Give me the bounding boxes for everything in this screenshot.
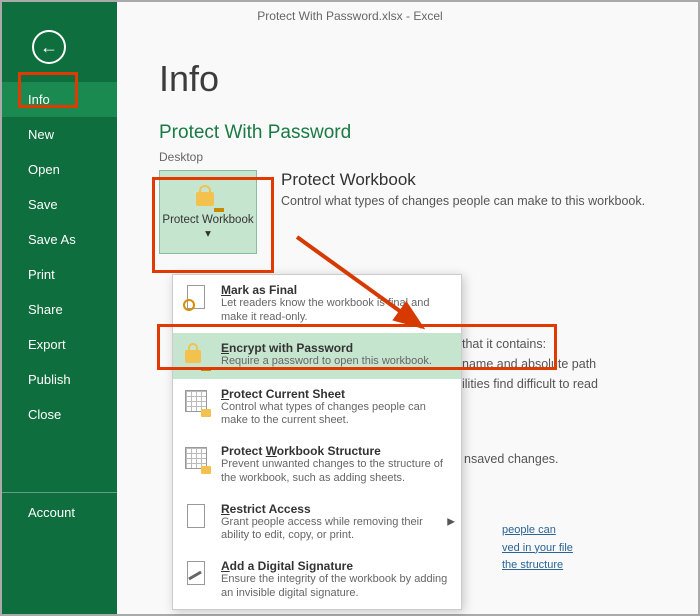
nav-print[interactable]: Print [2, 257, 117, 292]
dropdown-item-desc: Ensure the integrity of the workbook by … [221, 573, 451, 601]
lock-icon [194, 182, 222, 210]
protect-workbook-dropdown: Mark as FinalLet readers know the workbo… [172, 274, 462, 610]
protect-section: Protect Workbook ▾ Protect Workbook Cont… [159, 170, 698, 254]
document-location: Desktop [159, 150, 698, 164]
unsaved-fragment: nsaved changes. [464, 452, 559, 466]
nav-publish[interactable]: Publish [2, 362, 117, 397]
dropdown-item-sign[interactable]: Add a Digital SignatureEnsure the integr… [173, 551, 461, 609]
nav-save[interactable]: Save [2, 187, 117, 222]
workbook-structure-icon [181, 444, 211, 474]
dropdown-item-title: Mark as Final [221, 283, 451, 297]
dropdown-item-structure[interactable]: Protect Workbook StructurePrevent unwant… [173, 436, 461, 494]
dropdown-item-restrict[interactable]: Restrict AccessGrant people access while… [173, 494, 461, 552]
backstage-sidebar: ← Info New Open Save Save As Print Share… [2, 2, 117, 614]
dropdown-item-title: Restrict Access [221, 502, 451, 516]
inspect-fragment: that it contains: name and absolute path… [462, 334, 598, 394]
dropdown-item-text: Protect Current SheetControl what types … [221, 387, 451, 429]
sheet-lock-icon [181, 387, 211, 417]
link-structure[interactable]: the structure [502, 557, 573, 575]
dropdown-item-text: Add a Digital SignatureEnsure the integr… [221, 559, 451, 601]
digital-signature-icon [181, 559, 211, 589]
dropdown-item-desc: Require a password to open this workbook… [221, 355, 451, 369]
nav-account[interactable]: Account [2, 495, 117, 530]
dropdown-item-desc: Grant people access while removing their… [221, 516, 451, 544]
protect-workbook-description: Protect Workbook Control what types of c… [281, 170, 645, 208]
nav-close[interactable]: Close [2, 397, 117, 432]
nav-open[interactable]: Open [2, 152, 117, 187]
back-arrow-icon: ← [40, 38, 58, 56]
dropdown-item-text: Mark as FinalLet readers know the workbo… [221, 283, 451, 325]
dropdown-item-title: Protect Workbook Structure [221, 444, 451, 458]
nav-info[interactable]: Info [2, 82, 117, 117]
dropdown-item-title: Add a Digital Signature [221, 559, 451, 573]
link-people[interactable]: people can [502, 522, 573, 540]
dropdown-item-desc: Let readers know the workbook is final a… [221, 297, 451, 325]
protect-workbook-button[interactable]: Protect Workbook ▾ [159, 170, 257, 254]
mark-final-icon [181, 283, 211, 313]
dropdown-item-text: Restrict AccessGrant people access while… [221, 502, 451, 544]
link-file[interactable]: ved in your file [502, 540, 573, 558]
protect-workbook-button-label: Protect Workbook [162, 214, 253, 226]
dropdown-item-encrypt[interactable]: Encrypt with PasswordRequire a password … [173, 333, 461, 379]
dropdown-item-title: Encrypt with Password [221, 341, 451, 355]
dropdown-item-title: Protect Current Sheet [221, 387, 451, 401]
dropdown-item-text: Encrypt with PasswordRequire a password … [221, 341, 451, 371]
dropdown-item-text: Protect Workbook StructurePrevent unwant… [221, 444, 451, 486]
lock-icon [181, 341, 211, 371]
dropdown-item-desc: Control what types of changes people can… [221, 401, 451, 429]
nav-new[interactable]: New [2, 117, 117, 152]
back-button[interactable]: ← [32, 30, 66, 64]
dropdown-item-mark-final[interactable]: Mark as FinalLet readers know the workbo… [173, 275, 461, 333]
document-title: Protect With Password [159, 122, 698, 144]
right-links: people can ved in your file the structur… [502, 522, 573, 575]
excel-backstage-info: Protect With Password.xlsx - Excel ← Inf… [0, 0, 700, 616]
nav-export[interactable]: Export [2, 327, 117, 362]
protect-workbook-subtext: Control what types of changes people can… [281, 194, 645, 208]
dropdown-caret-icon: ▾ [205, 228, 211, 240]
page-title: Info [159, 58, 698, 100]
nav-save-as[interactable]: Save As [2, 222, 117, 257]
dropdown-item-sheet[interactable]: Protect Current SheetControl what types … [173, 379, 461, 437]
restrict-access-icon [181, 502, 211, 532]
dropdown-item-desc: Prevent unwanted changes to the structur… [221, 458, 451, 486]
chevron-right-icon: ▶ [447, 517, 455, 528]
protect-workbook-heading: Protect Workbook [281, 170, 645, 190]
nav-share[interactable]: Share [2, 292, 117, 327]
